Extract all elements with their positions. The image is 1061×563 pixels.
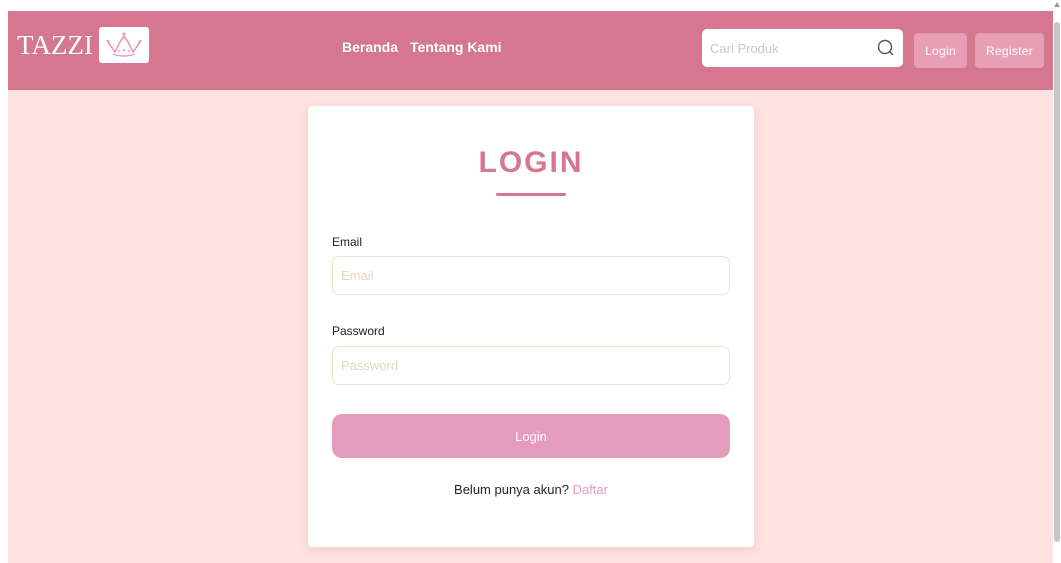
scrollbar-thumb[interactable] — [1054, 22, 1060, 542]
password-label: Password — [332, 324, 385, 338]
register-prompt: Belum punya akun? Daftar — [308, 482, 754, 497]
scroll-up-icon[interactable] — [1054, 2, 1060, 7]
search-icon[interactable] — [876, 38, 896, 58]
navbar: TAZZI Beranda Tentang Kami Cari Produk L… — [8, 11, 1053, 90]
crown-icon — [98, 27, 149, 63]
email-label: Email — [332, 235, 363, 249]
register-button[interactable]: Register — [975, 33, 1044, 68]
login-button[interactable]: Login — [914, 33, 967, 68]
nav-links: Beranda Tentang Kami — [342, 39, 502, 55]
nav-link-tentang-kami[interactable]: Tentang Kami — [410, 39, 502, 55]
login-title: LOGIN — [478, 146, 584, 179]
search-box — [702, 29, 903, 67]
register-link[interactable]: Daftar — [573, 482, 608, 497]
password-field[interactable] — [332, 346, 730, 385]
nav-link-beranda[interactable]: Beranda — [342, 39, 398, 55]
no-account-text: Belum punya akun? — [454, 482, 573, 497]
page-viewport: TAZZI Beranda Tentang Kami Cari Produk L… — [8, 11, 1053, 563]
login-submit-button[interactable]: Login — [332, 414, 730, 458]
search-input[interactable] — [702, 29, 872, 67]
title-underline — [496, 193, 566, 196]
scrollbar[interactable] — [1053, 0, 1061, 563]
email-field[interactable] — [332, 256, 730, 295]
brand-name: TAZZI — [17, 29, 93, 60]
brand[interactable]: TAZZI — [17, 25, 149, 65]
login-card: LOGIN Email Password Login Belum punya a… — [308, 106, 754, 547]
